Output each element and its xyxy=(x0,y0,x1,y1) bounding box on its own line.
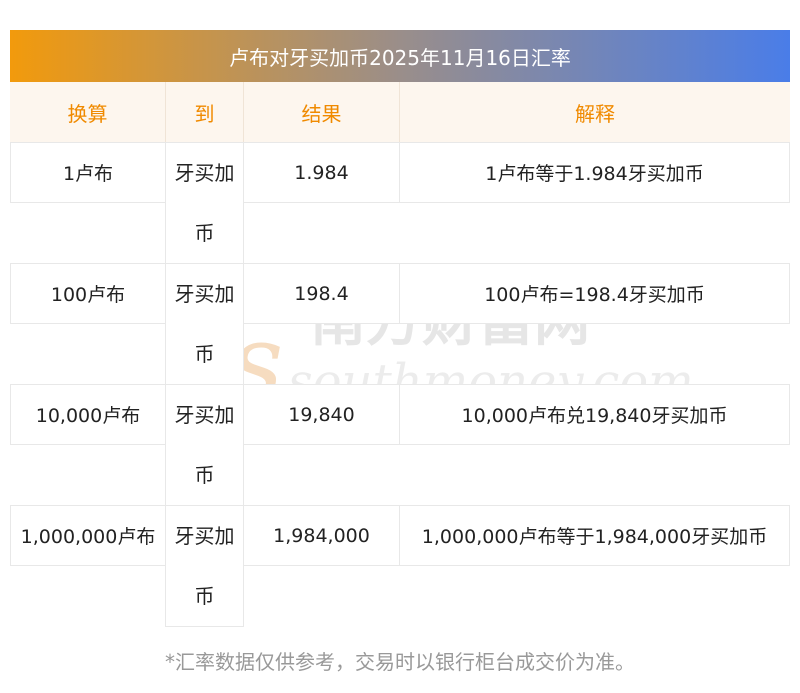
table-cell-unit: 牙买加币 xyxy=(165,263,244,385)
table-cell-unit: 牙买加币 xyxy=(165,142,244,264)
table-cell-amount: 100卢布 xyxy=(10,263,166,324)
table-cell-amount: 10,000卢布 xyxy=(10,384,166,445)
table-cell-explain: 10,000卢布兑19,840牙买加币 xyxy=(399,384,790,445)
table-cell-result: 19,840 xyxy=(243,384,400,445)
table-header: 换算 到 结果 解释 xyxy=(10,82,790,142)
table-cell-amount: 1,000,000卢布 xyxy=(10,505,166,566)
header-convert: 换算 xyxy=(10,82,166,142)
table-cell-explain: 100卢布=198.4牙买加币 xyxy=(399,263,790,324)
table-cell-explain: 1卢布等于1.984牙买加币 xyxy=(399,142,790,203)
table-cell-result: 198.4 xyxy=(243,263,400,324)
disclaimer-note: *汇率数据仅供参考，交易时以银行柜台成交价为准。 xyxy=(165,650,635,674)
page-title: 卢布对牙买加币2025年11月16日汇率 xyxy=(10,30,790,82)
table-cell-unit: 牙买加币 xyxy=(165,384,244,506)
table-cell-result: 1,984,000 xyxy=(243,505,400,566)
header-to: 到 xyxy=(166,82,244,142)
header-result: 结果 xyxy=(244,82,400,142)
table-cell-amount: 1卢布 xyxy=(10,142,166,203)
table-cell-unit: 牙买加币 xyxy=(165,505,244,627)
table-cell-result: 1.984 xyxy=(243,142,400,203)
table-cell-explain: 1,000,000卢布等于1,984,000牙买加币 xyxy=(399,505,790,566)
header-explain: 解释 xyxy=(575,101,615,126)
